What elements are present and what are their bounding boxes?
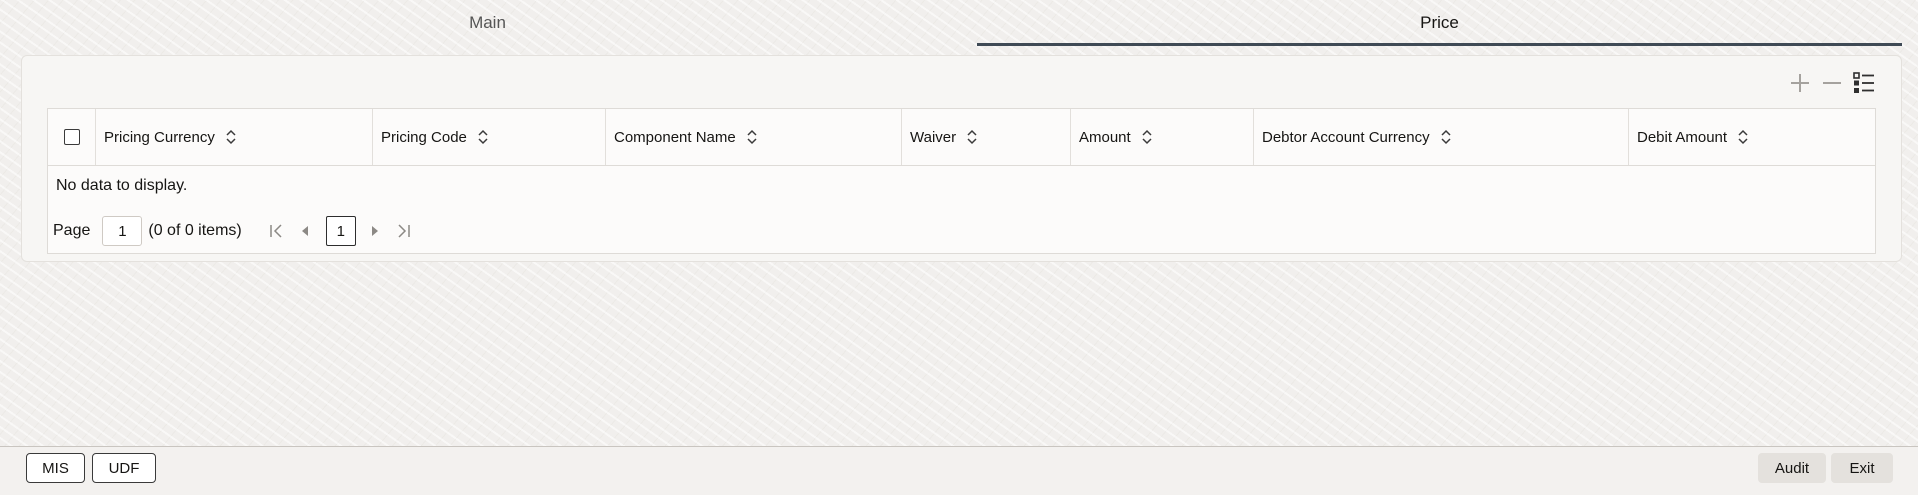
column-settings-button[interactable] [1851,70,1877,96]
mis-button[interactable]: MIS [26,453,85,483]
page-number-input[interactable] [102,216,143,246]
column-header-label: Component Name [614,128,736,146]
pagination-item-count: (0 of 0 items) [148,222,242,239]
sort-icon[interactable] [1440,129,1452,145]
column-header-pricing-code[interactable]: Pricing Code [372,109,605,165]
column-header-label: Debtor Account Currency [1262,128,1430,146]
first-page-icon [269,224,282,238]
tab-bar: Main Price [0,0,1918,48]
tab-main[interactable]: Main [0,0,975,46]
sort-icon[interactable] [1141,129,1153,145]
column-header-label: Amount [1079,128,1131,146]
first-page-button[interactable] [266,217,288,245]
caret-right-icon [371,226,378,236]
sort-icon[interactable] [1737,129,1749,145]
price-panel: Pricing Currency Pricing Code Component … [21,55,1902,262]
last-page-button[interactable] [392,217,414,245]
sort-icon[interactable] [966,129,978,145]
select-all-cell [48,109,95,165]
udf-button[interactable]: UDF [92,453,156,483]
column-header-pricing-currency[interactable]: Pricing Currency [95,109,372,165]
sort-icon[interactable] [225,129,237,145]
grid-toolbar [1787,70,1877,96]
select-all-checkbox[interactable] [63,129,80,145]
column-header-label: Pricing Code [381,128,467,146]
previous-page-button[interactable] [294,217,316,245]
plus-icon [1791,74,1809,92]
column-header-label: Debit Amount [1637,128,1728,146]
sort-icon[interactable] [746,129,758,145]
minus-icon [1823,82,1841,84]
pagination-page-label: Page [53,222,91,239]
tab-main-label: Main [469,13,506,32]
column-header-waiver[interactable]: Waiver [901,109,1070,165]
tab-price-label: Price [1420,13,1459,32]
column-header-amount[interactable]: Amount [1070,109,1253,165]
column-header-label: Pricing Currency [104,128,215,146]
table-header: Pricing Currency Pricing Code Component … [48,109,1875,166]
column-header-component-name[interactable]: Component Name [605,109,901,165]
tab-price[interactable]: Price [977,0,1902,46]
list-settings-icon [1853,72,1874,93]
pricing-table: Pricing Currency Pricing Code Component … [47,108,1876,254]
current-page-button[interactable]: 1 [325,216,356,246]
last-page-icon [398,224,410,238]
pagination: Page (0 of 0 items) 1 [53,215,420,247]
footer-bar: MIS UDF Audit Exit [0,446,1918,495]
empty-table-message: No data to display. [56,177,188,194]
column-header-debtor-account-currency[interactable]: Debtor Account Currency [1253,109,1628,165]
caret-left-icon [301,226,308,236]
add-row-button[interactable] [1787,70,1813,96]
column-header-debit-amount[interactable]: Debit Amount [1628,109,1875,165]
column-header-label: Waiver [910,128,957,146]
exit-button[interactable]: Exit [1831,453,1893,483]
audit-button[interactable]: Audit [1758,453,1826,483]
remove-row-button[interactable] [1819,70,1845,96]
sort-icon[interactable] [477,129,489,145]
next-page-button[interactable] [364,217,386,245]
